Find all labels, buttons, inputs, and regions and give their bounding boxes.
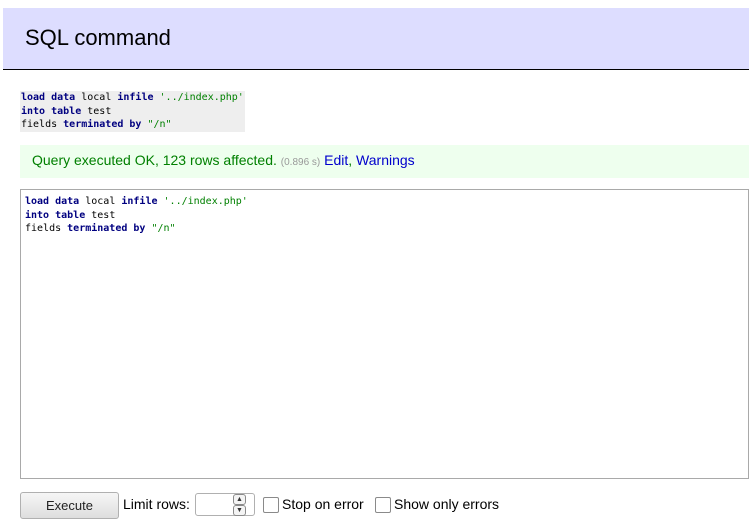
sql-editor-textarea[interactable]: load data local infile '../index.php' int…: [20, 189, 749, 479]
sql-text: test: [85, 209, 116, 221]
sql-string: "/n": [151, 223, 176, 234]
limit-rows-input[interactable]: ▲ ▼: [195, 493, 255, 516]
chevron-up-icon[interactable]: ▲: [233, 494, 246, 505]
limit-rows-label: Limit rows:: [123, 496, 190, 512]
sql-string: '../index.php': [163, 196, 248, 207]
page-header: SQL command: [3, 8, 749, 70]
chevron-down-icon[interactable]: ▼: [233, 505, 246, 516]
sql-keyword: load: [21, 92, 46, 103]
editor-line: into table test: [25, 209, 744, 223]
edit-link[interactable]: Edit: [324, 152, 348, 168]
stop-on-error-checkbox[interactable]: [263, 497, 279, 513]
warnings-link[interactable]: Warnings: [356, 152, 415, 168]
execute-button[interactable]: Execute: [20, 492, 119, 519]
sql-keyword: by: [129, 119, 142, 130]
sql-text: local: [75, 92, 118, 103]
sql-keyword: infile: [117, 92, 154, 103]
sql-keyword: terminated: [63, 119, 124, 130]
executed-query-line: load data local infile '../index.php': [21, 91, 244, 105]
show-only-errors-checkbox[interactable]: [375, 497, 391, 513]
sql-text: test: [81, 105, 112, 117]
sql-string: '../index.php': [159, 92, 244, 103]
sql-keyword: infile: [121, 196, 158, 207]
sql-text: fields: [25, 223, 68, 234]
sql-keyword: table: [55, 209, 86, 221]
success-message: Query executed OK, 123 rows affected. (0…: [20, 145, 749, 178]
sql-keyword: into: [25, 209, 50, 221]
executed-query-line: into table test: [21, 105, 244, 119]
link-separator: ,: [348, 152, 353, 168]
executed-query-line: fields terminated by "/n": [21, 118, 244, 132]
sql-string: "/n": [147, 119, 172, 130]
sql-keyword: terminated: [67, 223, 128, 234]
sql-keyword: data: [55, 196, 80, 207]
show-only-errors-label: Show only errors: [394, 496, 500, 512]
message-text: Query executed OK, 123 rows affected.: [32, 152, 277, 168]
sql-keyword: data: [51, 92, 76, 103]
page-title: SQL command: [25, 25, 171, 50]
editor-line: load data local infile '../index.php': [25, 195, 744, 209]
executed-query-code: load data local infile '../index.php' int…: [20, 91, 245, 132]
sql-keyword: table: [51, 105, 82, 117]
editor-line: fields terminated by "/n": [25, 222, 744, 236]
sql-text: local: [79, 196, 122, 207]
sql-text: fields: [21, 119, 64, 130]
sql-keyword: by: [133, 223, 146, 234]
execution-time: (0.896 s): [280, 157, 321, 168]
stop-on-error-label: Stop on error: [282, 496, 364, 512]
sql-keyword: into: [21, 105, 46, 117]
sql-keyword: load: [25, 196, 50, 207]
